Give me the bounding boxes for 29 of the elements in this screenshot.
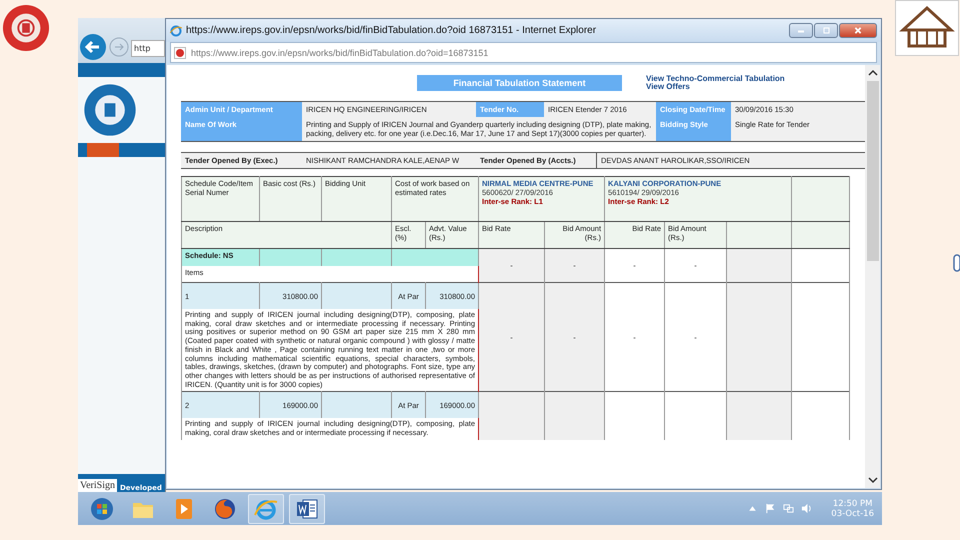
minimize-button[interactable]	[789, 23, 813, 38]
emblem-icon	[83, 83, 137, 137]
forward-button[interactable]	[109, 37, 129, 57]
start-icon	[90, 496, 114, 520]
flag-icon[interactable]	[765, 503, 776, 514]
clock-time: 12:50 PM	[832, 498, 872, 508]
building-icon	[895, 0, 959, 56]
scrollbar-thumb[interactable]	[866, 81, 878, 261]
scroll-down-icon[interactable]	[868, 476, 878, 484]
firefox-icon	[213, 496, 237, 520]
verisign-logo: VeriSign	[78, 479, 117, 492]
window-title: https://www.ireps.gov.in/epsn/works/bid/finBidTabulation.do?oid 16873151 - Internet Explorer	[186, 25, 598, 36]
taskbar-button[interactable]	[289, 494, 325, 524]
back-button[interactable]	[79, 33, 107, 61]
close-button[interactable]	[839, 23, 877, 38]
network-icon[interactable]	[783, 503, 794, 514]
maximize-button[interactable]	[814, 23, 838, 38]
link[interactable]: View Techno-Commercial Tabulation	[646, 75, 785, 83]
browser-icon	[170, 24, 182, 36]
clock-date: 03-Oct-16	[831, 508, 874, 518]
link[interactable]: View Offers	[646, 83, 785, 91]
scroll-handle-icon	[953, 254, 960, 272]
word-icon	[295, 496, 319, 520]
address-bar[interactable]: http	[131, 40, 165, 57]
maximize-icon	[821, 27, 831, 34]
scroll-up-icon[interactable]	[868, 69, 878, 77]
close-icon	[853, 27, 863, 34]
speaker-icon[interactable]	[801, 503, 812, 514]
site-icon	[174, 46, 186, 58]
